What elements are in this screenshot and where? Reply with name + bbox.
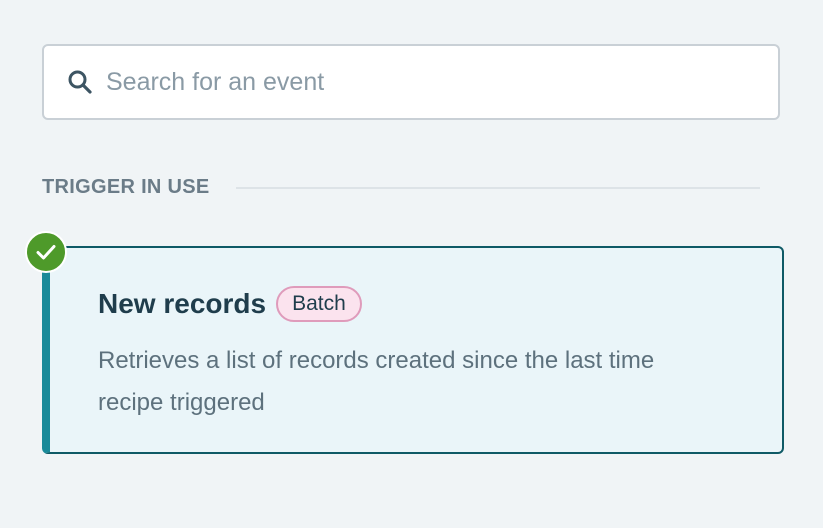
check-circle-icon bbox=[25, 231, 67, 273]
section-header: TRIGGER IN USE bbox=[42, 176, 760, 199]
trigger-title: New records bbox=[98, 288, 267, 319]
search-icon bbox=[66, 68, 94, 96]
search-input[interactable] bbox=[106, 46, 778, 118]
section-divider bbox=[235, 186, 760, 189]
trigger-description: Retrieves a list of records created sinc… bbox=[98, 347, 655, 416]
trigger-card-header: New records Batch bbox=[98, 286, 782, 322]
trigger-card[interactable]: New records Batch Retrieves a list of re… bbox=[42, 246, 784, 454]
section-title: TRIGGER IN USE bbox=[42, 176, 210, 198]
event-search-box[interactable] bbox=[42, 44, 780, 120]
batch-badge: Batch bbox=[276, 286, 362, 322]
